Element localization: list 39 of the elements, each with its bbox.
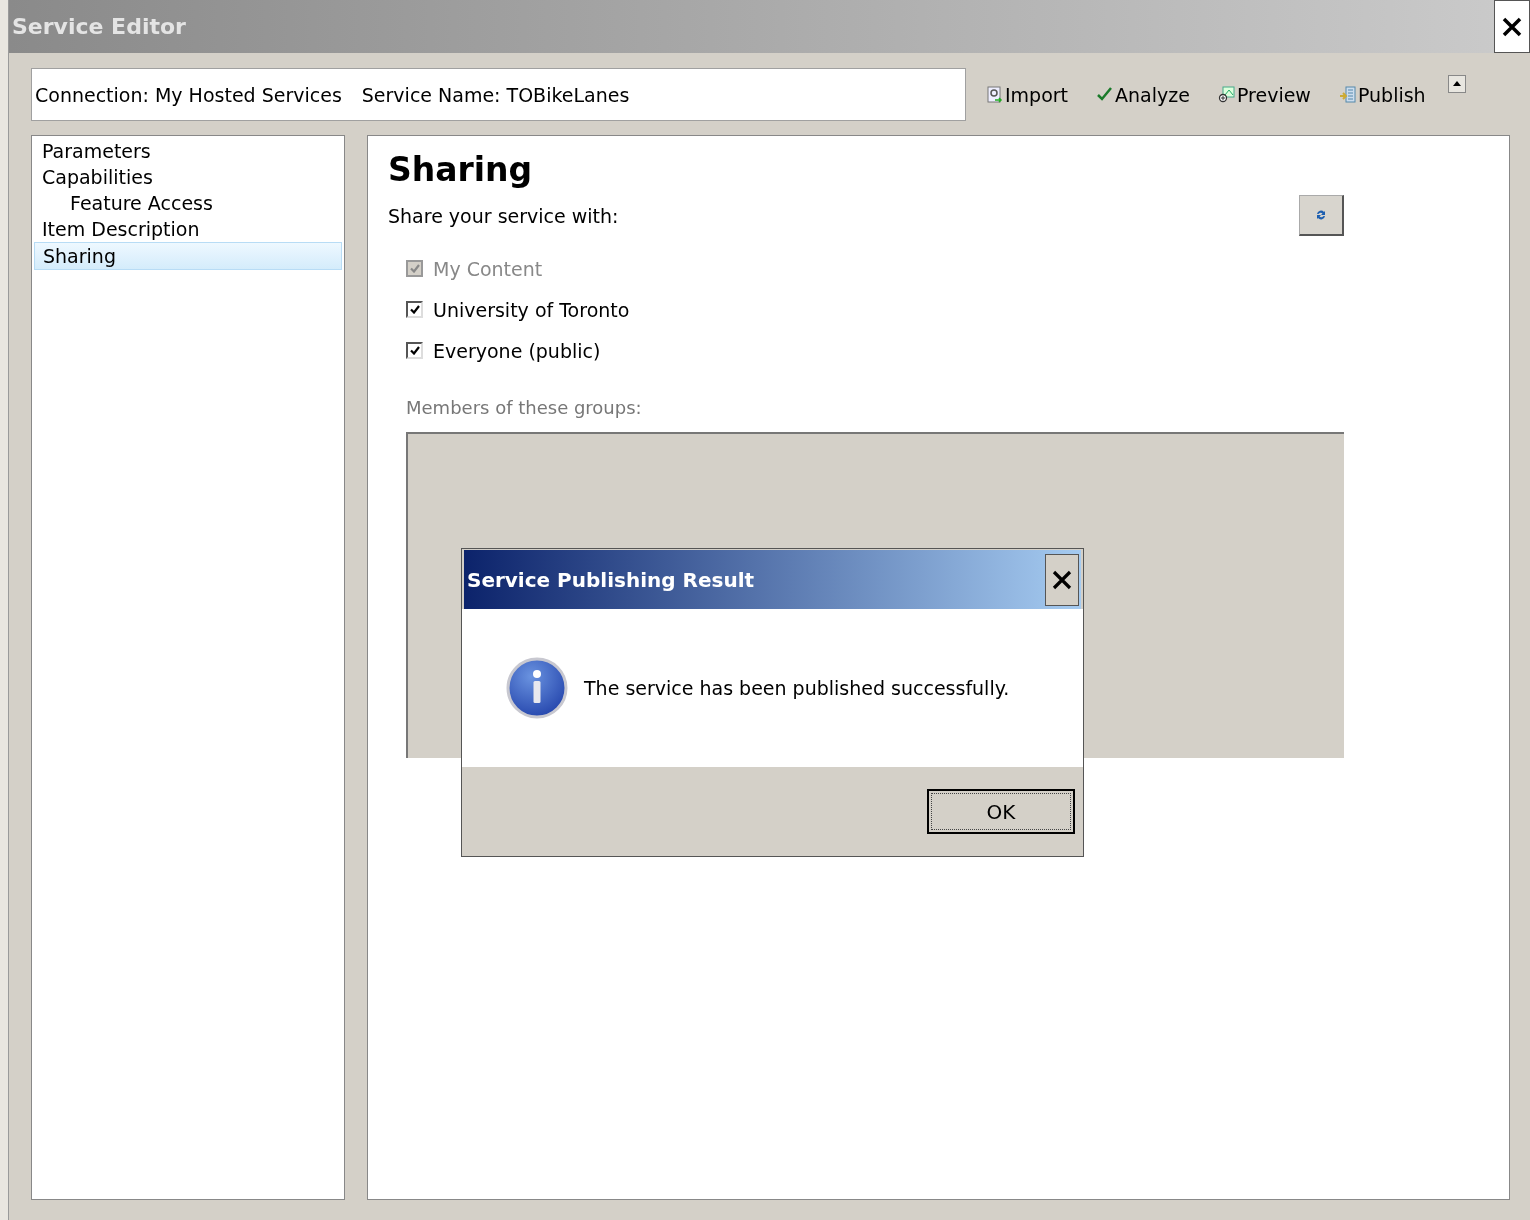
dialog-close-button[interactable] bbox=[1045, 553, 1079, 606]
groups-label: Members of these groups: bbox=[406, 397, 643, 418]
triangle-up-icon bbox=[1452, 81, 1461, 86]
import-icon bbox=[986, 86, 1003, 103]
toolbar-button[interactable]: Import bbox=[980, 83, 1081, 106]
checkmark-icon bbox=[409, 346, 420, 355]
checkbox-option[interactable]: Everyone (public) bbox=[406, 330, 1489, 371]
info-icon bbox=[506, 657, 568, 719]
dialog-title: Service Publishing Result bbox=[466, 567, 755, 592]
toolbar-button[interactable]: Analyze bbox=[1090, 83, 1202, 106]
checkbox-option: My Content bbox=[406, 248, 1489, 289]
refresh-icon bbox=[1314, 208, 1328, 222]
service-name-label: Service Name: TOBikeLanes bbox=[361, 83, 630, 106]
checkmark-icon bbox=[409, 264, 420, 273]
dialog-message: The service has been published successfully. bbox=[584, 677, 1010, 699]
sidebar-item[interactable]: Capabilities bbox=[34, 164, 342, 190]
section-heading: Sharing bbox=[388, 150, 534, 189]
checkbox[interactable] bbox=[406, 301, 423, 318]
window-title: Service Editor bbox=[11, 14, 186, 39]
sidebar-item[interactable]: Sharing bbox=[34, 242, 342, 270]
close-icon bbox=[1501, 15, 1523, 38]
checkmark-icon bbox=[409, 305, 420, 314]
collapse-button[interactable] bbox=[1447, 74, 1466, 93]
checkbox-option[interactable]: University of Toronto bbox=[406, 289, 1489, 330]
close-icon bbox=[1052, 569, 1072, 590]
refresh-button[interactable] bbox=[1299, 195, 1344, 236]
share-label: Share your service with: bbox=[388, 204, 619, 227]
connection-label: Connection: My Hosted Services bbox=[35, 83, 342, 106]
toolbar-button[interactable]: Publish bbox=[1332, 83, 1438, 106]
toolbar-button[interactable]: Preview bbox=[1211, 83, 1323, 106]
sidebar-item[interactable]: Parameters bbox=[34, 138, 342, 164]
ok-button[interactable]: OK bbox=[927, 789, 1075, 834]
sidebar-item[interactable]: Item Description bbox=[34, 216, 342, 242]
preview-icon bbox=[1217, 86, 1235, 103]
close-button[interactable] bbox=[1494, 0, 1530, 53]
sidebar-item[interactable]: Feature Access bbox=[34, 190, 342, 216]
checkbox[interactable] bbox=[406, 342, 423, 359]
checkmark-icon bbox=[1096, 86, 1114, 103]
publish-icon bbox=[1338, 86, 1356, 103]
